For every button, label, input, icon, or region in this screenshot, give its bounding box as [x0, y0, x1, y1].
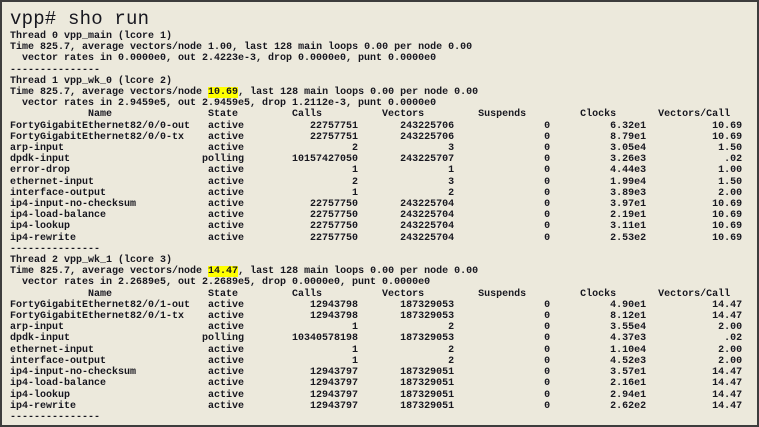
- table-row: ethernet-input active 1 2 0 1.10e4 2.00: [10, 345, 757, 356]
- table-header: Name State Calls Vectors Suspends Clocks…: [10, 109, 757, 120]
- table-row: ip4-input-no-checksum active 12943797 18…: [10, 367, 757, 378]
- thread-time-line: Time 825.7, average vectors/node 10.69, …: [10, 87, 757, 98]
- table-row: ip4-rewrite active 12943797 187329051 0 …: [10, 401, 757, 412]
- table-row: interface-output active 1 2 0 4.52e3 2.0…: [10, 356, 757, 367]
- table-row: FortyGigabitEthernet82/0/1-out active 12…: [10, 300, 757, 311]
- prompt-line: vpp# sho run: [10, 7, 757, 31]
- time-line-suffix: , last 128 main loops 0.00 per node 0.00: [238, 266, 478, 277]
- thread-title: Thread 1 vpp_wk_0 (lcore 2): [10, 76, 757, 87]
- separator-line: ---------------: [10, 412, 757, 423]
- terminal-body: Thread 0 vpp_main (lcore 1)Time 825.7, a…: [10, 31, 757, 423]
- avg-vectors-value: 10.69: [208, 87, 238, 98]
- table-row: ip4-load-balance active 22757750 2432257…: [10, 210, 757, 221]
- table-row: FortyGigabitEthernet82/0/0-out active 22…: [10, 121, 757, 132]
- avg-vectors-value: 1.00: [208, 42, 232, 53]
- table-row: ip4-rewrite active 22757750 243225704 0 …: [10, 233, 757, 244]
- table-row: arp-input active 1 2 0 3.55e4 2.00: [10, 322, 757, 333]
- separator-line: ---------------: [10, 65, 757, 76]
- thread-title: Thread 0 vpp_main (lcore 1): [10, 31, 757, 42]
- table-row: FortyGigabitEthernet82/0/1-tx active 129…: [10, 311, 757, 322]
- vector-rates-line: vector rates in 0.0000e0, out 2.4223e-3,…: [10, 53, 757, 64]
- table-row: FortyGigabitEthernet82/0/0-tx active 227…: [10, 132, 757, 143]
- vector-rates-line: vector rates in 2.9459e5, out 2.9459e5, …: [10, 98, 757, 109]
- table-row: dpdk-input polling 10340578198 187329053…: [10, 333, 757, 344]
- table-row: dpdk-input polling 10157427050 243225707…: [10, 154, 757, 165]
- table-row: interface-output active 1 2 0 3.89e3 2.0…: [10, 188, 757, 199]
- table-row: arp-input active 2 3 0 3.05e4 1.50: [10, 143, 757, 154]
- table-header: Name State Calls Vectors Suspends Clocks…: [10, 289, 757, 300]
- table-row: ip4-lookup active 12943797 187329051 0 2…: [10, 390, 757, 401]
- thread-time-line: Time 825.7, average vectors/node 1.00, l…: [10, 42, 757, 53]
- time-line-prefix: Time 825.7, average vectors/node: [10, 266, 208, 277]
- time-line-suffix: , last 128 main loops 0.00 per node 0.00: [238, 87, 478, 98]
- vpp-terminal-screen[interactable]: vpp# sho run Thread 0 vpp_main (lcore 1)…: [0, 0, 759, 427]
- table-row: ethernet-input active 2 3 0 1.99e4 1.50: [10, 177, 757, 188]
- time-line-prefix: Time 825.7, average vectors/node: [10, 42, 208, 53]
- vector-rates-line: vector rates in 2.2689e5, out 2.2689e5, …: [10, 277, 757, 288]
- time-line-suffix: , last 128 main loops 0.00 per node 0.00: [232, 42, 472, 53]
- time-line-prefix: Time 825.7, average vectors/node: [10, 87, 208, 98]
- separator-line: ---------------: [10, 244, 757, 255]
- table-row: error-drop active 1 1 0 4.44e3 1.00: [10, 165, 757, 176]
- thread-time-line: Time 825.7, average vectors/node 14.47, …: [10, 266, 757, 277]
- avg-vectors-value: 14.47: [208, 266, 238, 277]
- table-row: ip4-load-balance active 12943797 1873290…: [10, 378, 757, 389]
- table-row: ip4-input-no-checksum active 22757750 24…: [10, 199, 757, 210]
- table-row: ip4-lookup active 22757750 243225704 0 3…: [10, 221, 757, 232]
- thread-title: Thread 2 vpp_wk_1 (lcore 3): [10, 255, 757, 266]
